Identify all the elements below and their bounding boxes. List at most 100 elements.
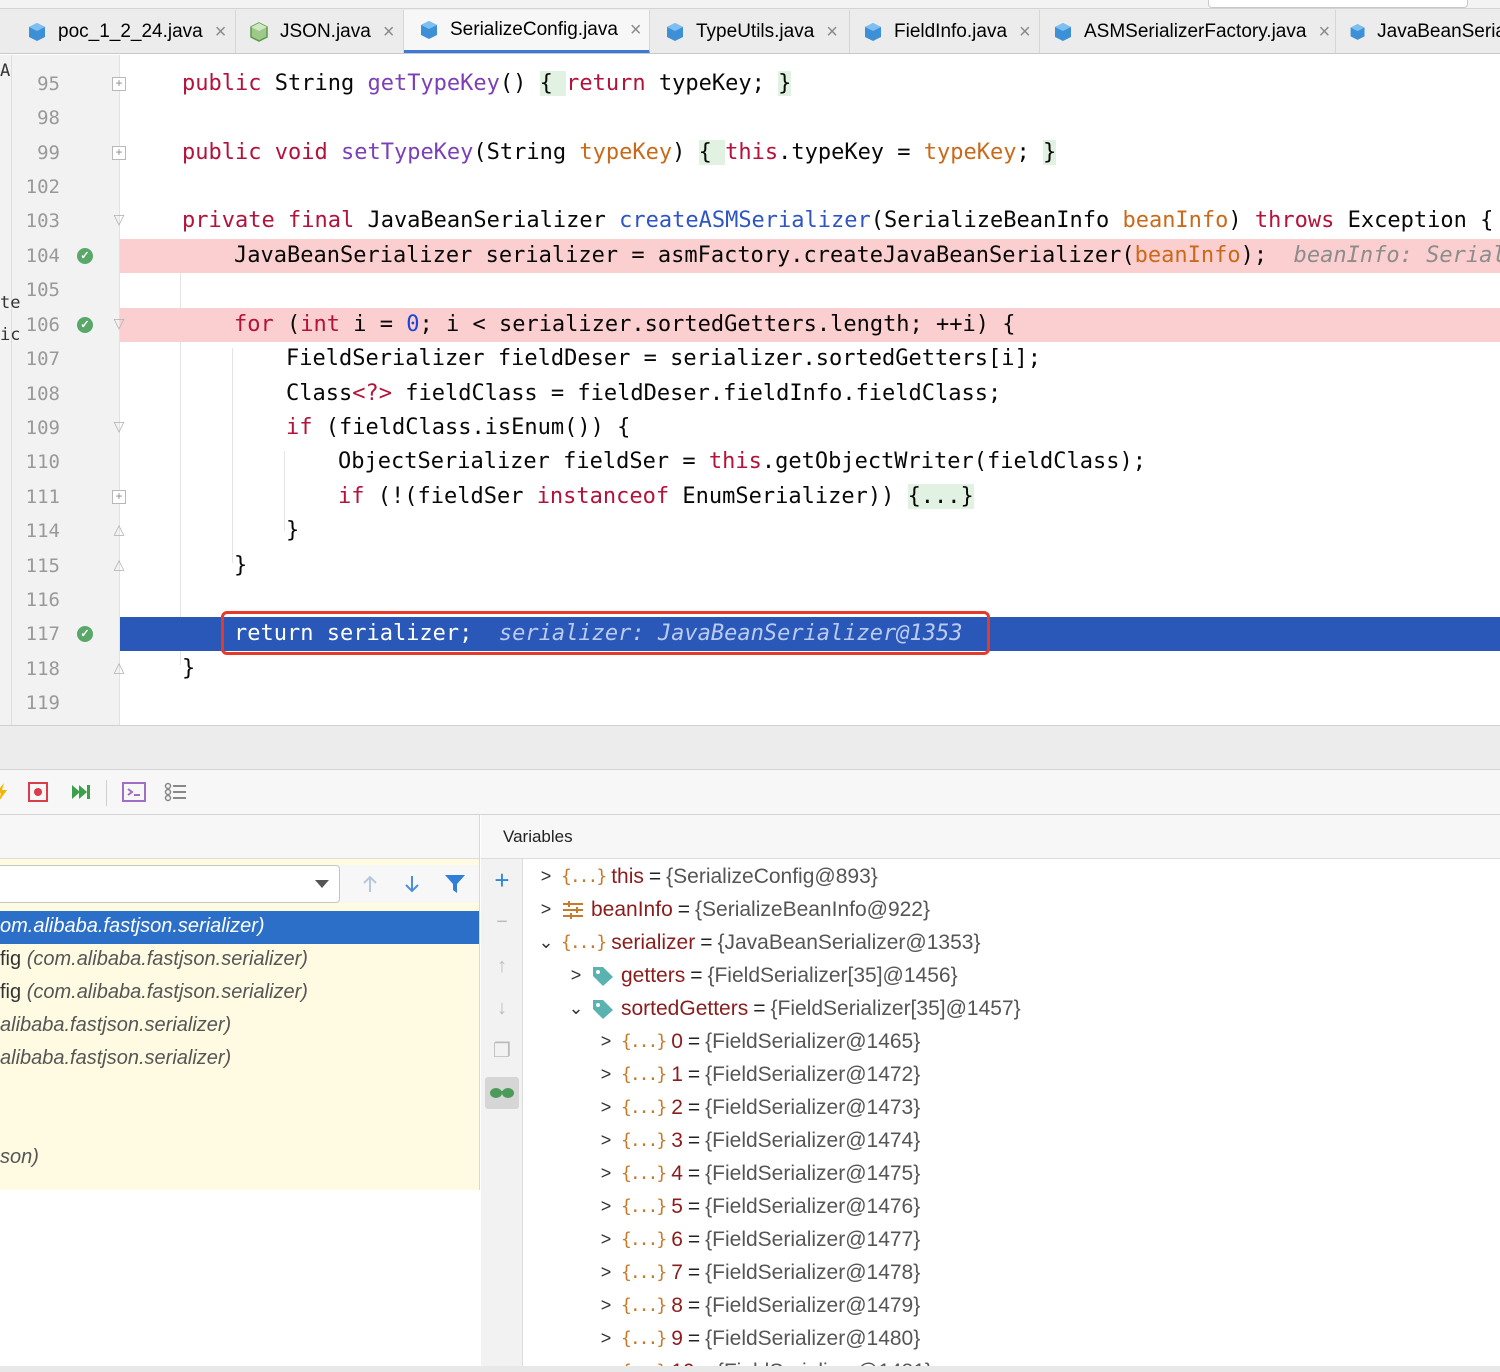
console-icon[interactable] <box>122 780 146 804</box>
chevron-right-icon[interactable]: > <box>591 1196 621 1217</box>
stack-frame[interactable]: alibaba.fastjson.serializer) <box>0 1010 479 1043</box>
thread-selector-dropdown[interactable] <box>0 865 340 903</box>
variable-row-serializer[interactable]: ⌄ {...} serializer = {JavaBeanSerializer@1… <box>531 926 980 959</box>
variable-row-element[interactable]: > {...} 2 = {FieldSerializer@1473} <box>591 1091 921 1124</box>
variable-row-element[interactable]: > {...} 3 = {FieldSerializer@1474} <box>591 1124 921 1157</box>
chevron-right-icon[interactable]: > <box>531 899 561 920</box>
arrow-down-icon[interactable] <box>402 874 422 894</box>
tab-asm-serializer-factory[interactable]: ASMSerializerFactory.java × <box>1040 10 1336 53</box>
filter-icon[interactable] <box>444 874 466 894</box>
lightning-icon[interactable] <box>0 780 14 804</box>
code-line-108[interactable]: 108 Class<?> fieldClass = fieldDeser.fie… <box>0 377 1500 411</box>
fold-end-icon[interactable]: △ <box>112 522 126 538</box>
list-settings-icon[interactable] <box>164 780 188 804</box>
fold-expand-icon[interactable]: + <box>112 146 126 160</box>
stack-frame[interactable] <box>0 1076 479 1109</box>
tab-type-utils[interactable]: TypeUtils.java × <box>650 10 850 53</box>
code-line-119[interactable]: 119 <box>0 686 1500 720</box>
chevron-down-icon[interactable]: ⌄ <box>561 998 591 1019</box>
stack-frame[interactable]: fig (com.alibaba.fastjson.serializer) <box>0 944 479 977</box>
close-icon[interactable]: × <box>630 19 642 42</box>
chevron-right-icon[interactable]: > <box>591 1097 621 1118</box>
remove-watch-icon[interactable]: − <box>489 909 515 935</box>
tab-field-info[interactable]: FieldInfo.java × <box>850 10 1040 53</box>
stack-frame[interactable] <box>0 1109 479 1142</box>
variable-row-sortedgetters[interactable]: ⌄ sortedGetters = {FieldSerializer[35]@145… <box>561 992 1020 1025</box>
code-line-106[interactable]: 106 ✓ ▽ for (int i = 0; i < serializer.s… <box>0 308 1500 342</box>
chevron-right-icon[interactable]: > <box>591 1262 621 1283</box>
close-icon[interactable]: × <box>383 21 395 44</box>
code-line-99[interactable]: 99 + public void setTypeKey(String typeK… <box>0 136 1500 170</box>
fold-expand-icon[interactable]: + <box>112 490 126 504</box>
stack-frame[interactable]: om.alibaba.fastjson.serializer) <box>0 911 479 944</box>
variable-row-getters[interactable]: > getters = {FieldSerializer[35]@1456} <box>561 959 958 992</box>
variable-row-element[interactable]: > {...} 7 = {FieldSerializer@1478} <box>591 1256 921 1289</box>
breakpoint-verified-icon[interactable]: ✓ <box>77 317 93 333</box>
variable-row-this[interactable]: > {...} this = {SerializeConfig@893} <box>531 860 878 893</box>
fold-expand-icon[interactable]: + <box>112 77 126 91</box>
variable-row-element[interactable]: > {...} 5 = {FieldSerializer@1476} <box>591 1190 921 1223</box>
arrow-up-icon[interactable] <box>360 874 380 894</box>
line-number: 107 <box>25 348 60 370</box>
close-icon[interactable]: × <box>1318 21 1330 44</box>
variable-row-element[interactable]: > {...} 0 = {FieldSerializer@1465} <box>591 1025 921 1058</box>
chevron-right-icon[interactable]: > <box>591 1229 621 1250</box>
code-line-98[interactable]: 98 <box>0 101 1500 135</box>
close-icon[interactable]: × <box>1019 21 1031 44</box>
code-line-115[interactable]: 115 △ } <box>0 549 1500 583</box>
code-line-103[interactable]: 103 ▽ private final JavaBeanSerializer c… <box>0 204 1500 238</box>
close-icon[interactable]: × <box>215 21 227 44</box>
top-search-field[interactable] <box>1208 0 1468 8</box>
fold-collapse-icon[interactable]: ▽ <box>112 212 126 228</box>
arrow-up-icon[interactable]: ↑ <box>489 953 515 979</box>
variable-row-element[interactable]: > {...} 1 = {FieldSerializer@1472} <box>591 1058 921 1091</box>
variable-row-element[interactable]: > {...} 6 = {FieldSerializer@1477} <box>591 1223 921 1256</box>
chevron-right-icon[interactable]: > <box>591 1031 621 1052</box>
stack-frame[interactable]: alibaba.fastjson.serializer) <box>0 1043 479 1076</box>
stack-frame[interactable]: son) <box>0 1142 479 1175</box>
code-line-104[interactable]: 104 ✓ JavaBeanSerializer serializer = as… <box>0 239 1500 273</box>
variable-row-beaninfo[interactable]: > beanInfo = {SerializeBeanInfo@922} <box>531 893 930 926</box>
breakpoint-verified-icon[interactable]: ✓ <box>77 626 93 642</box>
glasses-icon[interactable] <box>485 1077 519 1109</box>
chevron-down-icon[interactable]: ⌄ <box>531 932 561 953</box>
arrow-down-icon[interactable]: ↓ <box>489 995 515 1021</box>
tab-java-bean-serializer[interactable]: JavaBeanSeria <box>1336 10 1500 53</box>
fold-collapse-icon[interactable]: ▽ <box>112 419 126 435</box>
breakpoint-verified-icon[interactable]: ✓ <box>77 248 93 264</box>
code-line-109[interactable]: 109 ▽ if (fieldClass.isEnum()) { <box>0 411 1500 445</box>
chevron-right-icon[interactable]: > <box>591 1130 621 1151</box>
code-line-105[interactable]: 105 <box>0 273 1500 307</box>
code-line-118[interactable]: 118 △ } <box>0 652 1500 686</box>
chevron-right-icon[interactable]: > <box>531 866 561 887</box>
code-line-114[interactable]: 114 △ } <box>0 514 1500 548</box>
view-breakpoints-icon[interactable] <box>26 780 50 804</box>
code-line-110[interactable]: 110 ObjectSerializer fieldSer = this.get… <box>0 445 1500 479</box>
code-line-95[interactable]: 95 + public String getTypeKey() { return… <box>0 67 1500 101</box>
fold-collapse-icon[interactable]: ▽ <box>112 316 126 332</box>
chevron-right-icon[interactable]: > <box>591 1295 621 1316</box>
variable-row-element[interactable]: > {...} 8 = {FieldSerializer@1479} <box>591 1289 921 1322</box>
code-line-107[interactable]: 107 FieldSerializer fieldDeser = seriali… <box>0 342 1500 376</box>
chevron-right-icon[interactable]: > <box>561 965 591 986</box>
tab-json[interactable]: JSON.java × <box>236 10 404 53</box>
stack-frame[interactable]: fig (com.alibaba.fastjson.serializer) <box>0 977 479 1010</box>
code-line-102[interactable]: 102 <box>0 170 1500 204</box>
chevron-right-icon[interactable]: > <box>591 1163 621 1184</box>
add-watch-icon[interactable]: + <box>489 865 515 895</box>
tab-serialize-config[interactable]: SerializeConfig.java × <box>404 10 650 53</box>
variable-row-element[interactable]: > {...} 4 = {FieldSerializer@1475} <box>591 1157 921 1190</box>
panel-separator[interactable] <box>0 725 1500 770</box>
chevron-right-icon[interactable]: > <box>591 1064 621 1085</box>
tab-poc-1-2-24[interactable]: poc_1_2_24.java × <box>12 10 236 53</box>
horizontal-scrollbar[interactable] <box>0 1366 1500 1372</box>
code-line-111[interactable]: 111 + if (!(fieldSer instanceof EnumSeri… <box>0 480 1500 514</box>
fold-end-icon[interactable]: △ <box>112 557 126 573</box>
variable-row-element[interactable]: > {...} 9 = {FieldSerializer@1480} <box>591 1322 921 1355</box>
fold-end-icon[interactable]: △ <box>112 660 126 676</box>
copy-icon[interactable]: ❐ <box>489 1037 515 1063</box>
close-icon[interactable]: × <box>826 21 838 44</box>
code-editor[interactable]: A te ic 95 + public String getTypeKey() … <box>0 55 1500 725</box>
resume-program-icon[interactable] <box>68 780 92 804</box>
chevron-right-icon[interactable]: > <box>591 1328 621 1349</box>
